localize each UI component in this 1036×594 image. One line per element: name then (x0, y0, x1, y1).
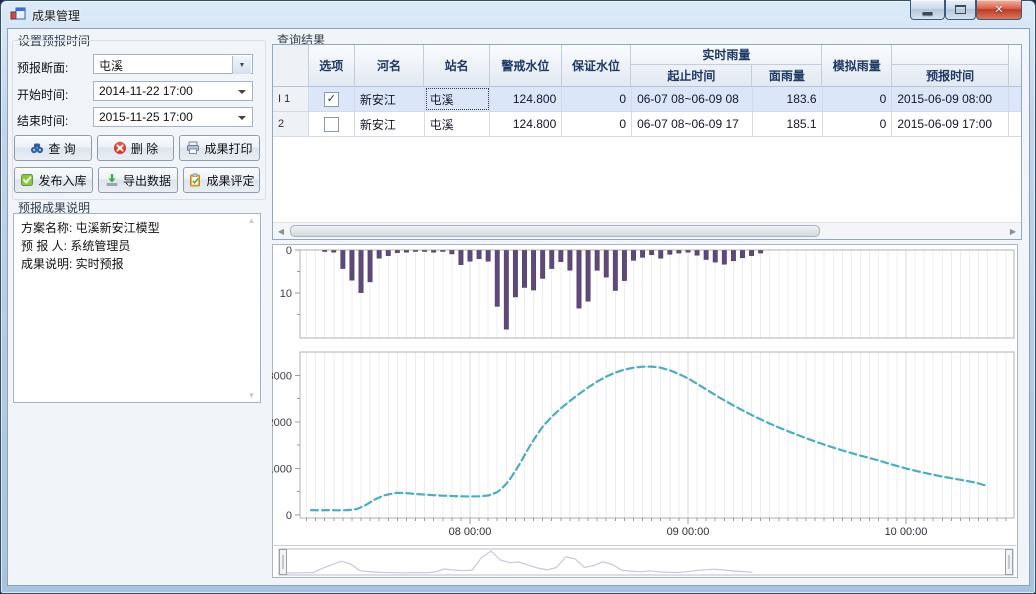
export-data-button[interactable]: 导出数据 (98, 167, 178, 193)
header-area-rain[interactable]: 面雨量 (752, 65, 822, 86)
grid-cell-station[interactable]: 屯溪 (425, 112, 491, 136)
grid-cell-area_rain[interactable]: 185.1 (753, 112, 823, 136)
header-clipped-column (1009, 45, 1021, 86)
grid-cell-guarantee[interactable]: 0 (562, 112, 632, 136)
query-button[interactable]: 查 询 (14, 135, 92, 161)
header-option[interactable]: 选项 (309, 45, 355, 86)
maximize-button[interactable] (945, 0, 976, 20)
grid-cell-station[interactable]: 屯溪 (425, 87, 491, 111)
table-row[interactable]: I 1✓新安江屯溪124.800006-07 08~06-09 08183.60… (273, 87, 1021, 112)
start-time-value: 2014-11-22 17:00 (99, 84, 193, 98)
note-line-forecaster: 预 报 人: 系统管理员 (21, 237, 240, 255)
svg-text:0: 0 (286, 245, 292, 257)
scroll-down-icon[interactable]: ▼ (248, 391, 256, 400)
grid-cell-extra[interactable] (1009, 87, 1021, 111)
grid-cell-warn[interactable]: 124.800 (490, 87, 562, 111)
grid-cell-indicator[interactable]: I 1 (273, 87, 309, 111)
publish-button[interactable]: 发布入库 (14, 167, 93, 193)
header-row-indicator (273, 45, 309, 86)
start-time-label: 开始时间: (17, 86, 68, 103)
grid-cell-check[interactable]: ✓ (309, 87, 355, 111)
start-time-picker[interactable]: 2014-11-22 17:00 (93, 81, 253, 101)
grid-cell-sim[interactable]: 0 (823, 112, 893, 136)
window-title: 成果管理 (32, 7, 80, 24)
header-river[interactable]: 河名 (355, 45, 425, 86)
delete-icon (113, 141, 127, 155)
grid-cell-ftime[interactable]: 2015-06-09 17:00 (892, 112, 1009, 136)
end-time-label: 结束时间: (17, 112, 68, 129)
section-field-label: 预报断面: (17, 59, 68, 76)
header-warn-level[interactable]: 警戒水位 (490, 45, 562, 86)
scroll-up-icon[interactable]: ▲ (248, 216, 256, 225)
grid-cell-indicator[interactable]: 2 (273, 112, 309, 136)
maximize-icon (955, 5, 966, 14)
checkbox-checked[interactable]: ✓ (324, 92, 339, 107)
note-line-desc: 成果说明: 实时预报 (21, 255, 240, 273)
close-button[interactable]: ✕ (976, 0, 1022, 20)
svg-text:2000: 2000 (272, 417, 292, 429)
svg-text:1000: 1000 (272, 463, 292, 475)
minimize-icon: ▬ (923, 7, 933, 18)
export-icon (105, 173, 119, 187)
grid-header-row: 选项 河名 站名 警戒水位 保证水位 实时雨量 起止时间 面雨量 模拟雨量 预报… (273, 45, 1021, 87)
evaluate-results-button[interactable]: 成果评定 (183, 167, 260, 193)
table-row[interactable]: 2新安江屯溪124.800006-07 08~06-09 17185.10201… (273, 112, 1021, 137)
scrollbar-thumb[interactable] (290, 225, 820, 237)
svg-text:3000: 3000 (272, 370, 292, 382)
header-sim-rain[interactable]: 模拟雨量 (822, 45, 892, 86)
binoculars-icon (30, 141, 44, 155)
svg-text:08 00:00: 08 00:00 (449, 526, 492, 538)
grid-cell-period[interactable]: 06-07 08~06-09 08 (632, 87, 753, 111)
grid-cell-sim[interactable]: 0 (823, 87, 893, 111)
grid-body: I 1✓新安江屯溪124.800006-07 08~06-09 08183.60… (273, 87, 1021, 137)
minimize-button[interactable]: ▬ (910, 0, 945, 20)
forecast-section-value: 屯溪 (99, 59, 123, 73)
scroll-right-icon[interactable]: ▶ (1006, 227, 1020, 236)
header-empty-top (892, 45, 1009, 65)
evaluate-icon (188, 173, 202, 187)
header-rain-period[interactable]: 起止时间 (631, 65, 752, 86)
svg-text:0: 0 (286, 510, 292, 522)
note-scrollbar[interactable]: ▲ ▼ (245, 216, 258, 400)
end-time-picker[interactable]: 2015-11-25 17:00 (93, 107, 253, 127)
combo-dropdown-button[interactable]: ▼ (232, 56, 251, 74)
header-guarantee-level[interactable]: 保证水位 (562, 45, 632, 86)
header-forecast-time[interactable]: 预报时间 (892, 65, 1009, 86)
grid-cell-area_rain[interactable]: 183.6 (753, 87, 823, 111)
grid-cell-river[interactable]: 新安江 (355, 87, 425, 111)
grid-cell-river[interactable]: 新安江 (355, 112, 425, 136)
grid-cell-check[interactable] (309, 112, 355, 136)
title-bar: 成果管理 ▬ ✕ (0, 0, 1036, 28)
grid-horizontal-scrollbar[interactable]: ◀ ▶ (273, 222, 1021, 239)
chevron-down-icon[interactable] (238, 90, 246, 94)
close-icon: ✕ (994, 3, 1003, 16)
app-icon (10, 6, 26, 22)
grid-cell-warn[interactable]: 124.800 (490, 112, 562, 136)
printer-icon (186, 141, 200, 155)
charts-svg: 0 10 0 1000 2000 3000 08 00:00 09 00:00 10 00:00 (272, 244, 1018, 578)
forecast-note-textarea[interactable]: 方案名称: 屯溪新安江模型 预 报 人: 系统管理员 成果说明: 实时预报 ▲ … (13, 213, 261, 403)
grid-cell-extra[interactable] (1009, 112, 1021, 136)
forecast-section-combobox[interactable]: 屯溪 ▼ (93, 54, 253, 74)
svg-text:09 00:00: 09 00:00 (667, 526, 710, 538)
checkbox-unchecked[interactable] (324, 117, 339, 132)
header-realtime-rain-group[interactable]: 实时雨量 (631, 45, 822, 65)
print-results-button[interactable]: 成果打印 (179, 135, 260, 161)
grid-cell-period[interactable]: 06-07 08~06-09 17 (632, 112, 753, 136)
svg-text:10: 10 (280, 288, 292, 300)
delete-button[interactable]: 删 除 (97, 135, 174, 161)
grid-cell-ftime[interactable]: 2015-06-09 08:00 (892, 87, 1009, 111)
publish-icon (20, 173, 34, 187)
scroll-left-icon[interactable]: ◀ (274, 227, 288, 236)
svg-text:10 00:00: 10 00:00 (885, 526, 928, 538)
end-time-value: 2015-11-25 17:00 (99, 110, 193, 124)
note-line-scheme: 方案名称: 屯溪新安江模型 (21, 219, 240, 237)
header-station[interactable]: 站名 (424, 45, 490, 86)
grid-cell-guarantee[interactable]: 0 (562, 87, 632, 111)
chevron-down-icon[interactable] (238, 116, 246, 120)
results-grid: 选项 河名 站名 警戒水位 保证水位 实时雨量 起止时间 面雨量 模拟雨量 预报… (272, 44, 1022, 240)
